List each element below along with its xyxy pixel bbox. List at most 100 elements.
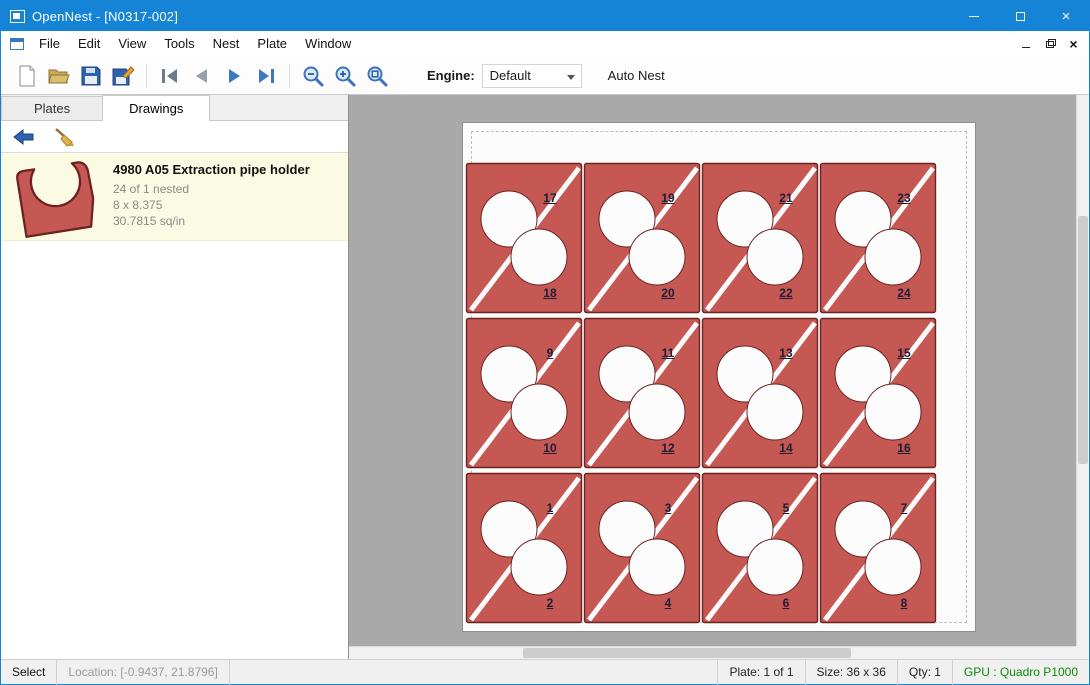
part-shapes xyxy=(465,472,583,624)
part-pair[interactable]: 1314 xyxy=(701,317,819,469)
drawing-nested-count: 24 of 1 nested xyxy=(113,181,310,197)
nest-canvas[interactable]: 171819202122232491011121314151612345678 xyxy=(349,95,1089,659)
part-number: 20 xyxy=(661,286,674,300)
part-pair[interactable]: 1920 xyxy=(583,162,701,314)
part-pair[interactable]: 21 22 xyxy=(701,162,819,314)
mdi-document-icon[interactable] xyxy=(10,38,24,50)
menubar-items: FileEditViewToolsNestPlateWindow xyxy=(30,31,360,57)
zoom-in-button[interactable] xyxy=(329,61,361,91)
status-size: Size: 36 x 36 xyxy=(805,660,897,685)
drawing-item[interactable]: 4980 A05 Extraction pipe holder 24 of 1 … xyxy=(1,153,348,241)
nav-last-icon xyxy=(255,65,277,87)
zoom-out-button[interactable] xyxy=(297,61,329,91)
scrollbar-corner xyxy=(1076,646,1089,659)
new-button[interactable] xyxy=(11,61,43,91)
part-number: 18 xyxy=(543,286,556,300)
nav-first-button[interactable] xyxy=(154,61,186,91)
nav-next-button[interactable] xyxy=(218,61,250,91)
part-shapes xyxy=(465,162,583,314)
part-pair[interactable]: 1112 xyxy=(583,317,701,469)
part-pair[interactable]: 1718 xyxy=(465,162,583,314)
tab-drawings[interactable]: Drawings xyxy=(102,95,210,121)
maximize-button[interactable] xyxy=(997,1,1043,31)
maximize-icon xyxy=(1016,12,1025,21)
part-pair[interactable]: 34 xyxy=(583,472,701,624)
part-thumbnail xyxy=(9,158,105,236)
save-edit-button[interactable] xyxy=(107,61,139,91)
tab-plates[interactable]: Plates xyxy=(1,96,103,120)
main-area: Plates Drawings xyxy=(1,95,1089,659)
nav-previous-button[interactable] xyxy=(186,61,218,91)
return-part-button[interactable] xyxy=(9,124,39,150)
drawing-list: 4980 A05 Extraction pipe holder 24 of 1 … xyxy=(1,153,348,659)
part-number: 21 xyxy=(779,191,792,205)
part-number: 7 xyxy=(901,501,908,515)
menu-item-view[interactable]: View xyxy=(109,31,155,57)
toolbar-separator xyxy=(146,64,147,88)
part-pair[interactable]: 2324 xyxy=(819,162,937,314)
menu-item-tools[interactable]: Tools xyxy=(155,31,203,57)
part-shapes xyxy=(583,162,701,314)
mdi-restore-button[interactable] xyxy=(1039,35,1060,54)
engine-select[interactable]: Default xyxy=(482,64,582,88)
zoom-fit-button[interactable] xyxy=(361,61,393,91)
app-window: OpenNest - [N0317-002] × FileEditViewToo… xyxy=(0,0,1090,685)
nav-first-icon xyxy=(159,65,181,87)
close-icon: × xyxy=(1062,9,1071,24)
save-floppy-icon xyxy=(80,65,102,87)
status-qty: Qty: 1 xyxy=(897,660,952,685)
nav-last-button[interactable] xyxy=(250,61,282,91)
part-pair[interactable]: 12 xyxy=(465,472,583,624)
plate[interactable]: 171819202122232491011121314151612345678 xyxy=(462,122,976,632)
part-shapes xyxy=(819,472,937,624)
sidebar-panel: Plates Drawings xyxy=(1,95,349,659)
horizontal-scrollbar-thumb[interactable] xyxy=(523,648,850,658)
save-button[interactable] xyxy=(75,61,107,91)
minimize-button[interactable] xyxy=(951,1,997,31)
statusbar: Select Location: [-0.9437, 21.8796] Plat… xyxy=(1,659,1089,684)
status-mode: Select xyxy=(1,660,57,685)
mdi-close-button[interactable]: × xyxy=(1063,35,1084,54)
part-pair[interactable]: 1516 xyxy=(819,317,937,469)
menu-item-plate[interactable]: Plate xyxy=(248,31,296,57)
titlebar: OpenNest - [N0317-002] × xyxy=(1,1,1089,31)
part-pair[interactable]: 56 xyxy=(701,472,819,624)
part-thumbnail-shape xyxy=(5,153,108,244)
open-folder-icon xyxy=(47,66,71,86)
sidebar-tabbar: Plates Drawings xyxy=(1,95,348,121)
main-toolbar: Engine: Default Auto Nest xyxy=(1,57,1089,95)
menubar: FileEditViewToolsNestPlateWindow × xyxy=(1,31,1089,57)
mdi-minimize-button[interactable] xyxy=(1015,35,1036,54)
menu-item-nest[interactable]: Nest xyxy=(204,31,249,57)
part-number: 22 xyxy=(779,286,792,300)
part-number: 9 xyxy=(547,346,554,360)
drawing-info: 4980 A05 Extraction pipe holder 24 of 1 … xyxy=(105,158,310,235)
part-number: 1 xyxy=(547,501,554,515)
part-pair[interactable]: 78 xyxy=(819,472,937,624)
part-number: 2 xyxy=(547,596,554,610)
drawing-area: 30.7815 sq/in xyxy=(113,213,310,229)
part-shapes xyxy=(819,162,937,314)
horizontal-scrollbar[interactable] xyxy=(349,646,1076,659)
menu-item-edit[interactable]: Edit xyxy=(69,31,109,57)
clean-button[interactable] xyxy=(49,124,79,150)
open-button[interactable] xyxy=(43,61,75,91)
menu-item-window[interactable]: Window xyxy=(296,31,360,57)
part-shapes xyxy=(701,317,819,469)
vertical-scrollbar-thumb[interactable] xyxy=(1078,216,1088,464)
zoom-out-icon xyxy=(301,64,325,88)
close-button[interactable]: × xyxy=(1043,1,1089,31)
part-number: 15 xyxy=(897,346,910,360)
return-arrow-icon xyxy=(12,127,36,147)
status-location: Location: [-0.9437, 21.8796] xyxy=(57,660,229,685)
menu-item-file[interactable]: File xyxy=(30,31,69,57)
new-document-icon xyxy=(17,65,37,87)
part-pair[interactable]: 910 xyxy=(465,317,583,469)
part-number: 24 xyxy=(897,286,910,300)
broom-icon xyxy=(52,126,76,148)
auto-nest-button[interactable]: Auto Nest xyxy=(608,68,665,83)
status-gpu: GPU : Quadro P1000 xyxy=(952,660,1089,685)
part-number: 3 xyxy=(665,501,672,515)
vertical-scrollbar[interactable] xyxy=(1076,95,1089,646)
part-shapes xyxy=(701,162,819,314)
